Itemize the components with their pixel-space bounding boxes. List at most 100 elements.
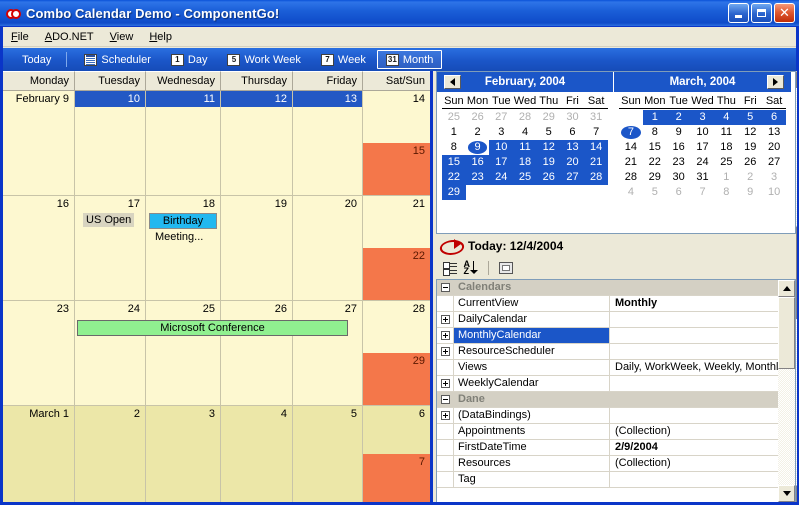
appointment-birthday[interactable]: Birthday <box>149 213 217 229</box>
mini-day-9[interactable]: 9 <box>738 185 762 200</box>
property-value[interactable] <box>610 328 778 343</box>
menu-item-help[interactable]: Help <box>141 29 180 45</box>
property-grid-scrollbar[interactable] <box>778 280 795 502</box>
mini-day-11[interactable]: 11 <box>513 140 537 155</box>
mini-day-29[interactable]: 29 <box>442 185 466 200</box>
mini-day-5[interactable]: 5 <box>738 110 763 125</box>
view-button-scheduler[interactable]: Scheduler <box>75 50 160 69</box>
mini-day-4[interactable]: 4 <box>619 185 643 200</box>
property-row[interactable]: WeeklyCalendar <box>437 376 778 392</box>
mini-day-10[interactable]: 10 <box>489 140 514 155</box>
property-value[interactable] <box>610 472 778 487</box>
mini-day-20[interactable]: 20 <box>560 155 585 170</box>
mini-day-5[interactable]: 5 <box>643 185 667 200</box>
mini-day-7[interactable]: 7 <box>619 125 643 140</box>
mini-day-13[interactable]: 13 <box>762 125 786 140</box>
mini-day-8[interactable]: 8 <box>643 125 667 140</box>
mini-day-8[interactable]: 8 <box>442 140 466 155</box>
mini-day-24[interactable]: 24 <box>691 155 715 170</box>
appointment-us-open[interactable]: US Open <box>83 213 135 227</box>
mini-day-25[interactable]: 25 <box>714 155 738 170</box>
today-button[interactable]: Today <box>13 50 60 69</box>
property-row[interactable]: Appointments (Collection) <box>437 424 778 440</box>
day-cell-weekend-3[interactable]: 28 29 <box>363 301 430 405</box>
pg-scrollbar-thumb[interactable] <box>778 297 795 369</box>
mini-day-30[interactable]: 30 <box>667 170 691 185</box>
mini-day-2[interactable]: 2 <box>738 170 762 185</box>
next-month-button[interactable] <box>767 75 784 89</box>
mini-day-15[interactable]: 15 <box>643 140 667 155</box>
mini-day-6[interactable]: 6 <box>561 125 585 140</box>
mini-day-26[interactable]: 26 <box>738 155 762 170</box>
mini-day-27[interactable]: 27 <box>762 155 786 170</box>
day-cell-feb-9[interactable]: February 9 <box>3 91 75 195</box>
pg-scroll-up-button[interactable] <box>778 280 795 297</box>
day-cell-feb-16[interactable]: 16 <box>3 196 75 300</box>
mini-day-28[interactable]: 28 <box>584 170 609 185</box>
property-row[interactable]: Tag <box>437 472 778 488</box>
mini-day-21[interactable]: 21 <box>584 155 609 170</box>
mini-day-3[interactable]: 3 <box>489 125 513 140</box>
mini-day-25[interactable]: 25 <box>442 110 466 125</box>
mini-day-10[interactable]: 10 <box>762 185 786 200</box>
mini-day-25[interactable]: 25 <box>513 170 537 185</box>
day-cell-mar-7[interactable]: 7 <box>363 454 430 502</box>
day-cell-weekend-2[interactable]: 21 22 <box>363 196 430 300</box>
expand-icon[interactable] <box>437 312 454 327</box>
mini-day-28[interactable]: 28 <box>513 110 537 125</box>
mini-day-26[interactable]: 26 <box>536 170 561 185</box>
mini-day-19[interactable]: 19 <box>536 155 561 170</box>
property-row[interactable]: CurrentView Monthly <box>437 296 778 312</box>
day-cell-feb-27[interactable]: 27 <box>293 301 363 405</box>
property-value[interactable]: Daily, WorkWeek, Weekly, Monthly <box>610 360 778 375</box>
day-cell-mar-3[interactable]: 3 <box>146 406 221 502</box>
mini-calendar-february[interactable]: February, 2004 Sun Mon Tue Wed Thu Fri S… <box>437 72 614 233</box>
property-pages-icon[interactable] <box>496 259 515 277</box>
day-cell-feb-13[interactable]: 13 <box>293 91 363 195</box>
mini-day-24[interactable]: 24 <box>489 170 514 185</box>
mini-day-16[interactable]: 16 <box>465 155 490 170</box>
pg-scroll-down-button[interactable] <box>778 485 795 502</box>
collapse-icon[interactable] <box>437 392 454 407</box>
day-cell-feb-10[interactable]: 10 <box>75 91 146 195</box>
appointment-microsoft-conference[interactable]: Microsoft Conference <box>77 320 348 336</box>
mini-day-31[interactable]: 31 <box>691 170 715 185</box>
mini-day-18[interactable]: 18 <box>513 155 537 170</box>
view-button-day[interactable]: 1 Day <box>162 50 217 69</box>
menu-item-view[interactable]: View <box>102 29 142 45</box>
expand-icon[interactable] <box>437 344 454 359</box>
day-cell-feb-26[interactable]: 26 <box>221 301 293 405</box>
property-value[interactable] <box>610 376 778 391</box>
monthly-calendar[interactable]: Monday Tuesday Wednesday Thursday Friday… <box>3 71 433 502</box>
mini-day-8[interactable]: 8 <box>714 185 738 200</box>
mini-day-30[interactable]: 30 <box>561 110 585 125</box>
mini-day-13[interactable]: 13 <box>560 140 585 155</box>
appointment-meeting[interactable]: Meeting... <box>149 230 217 244</box>
property-row[interactable]: DailyCalendar <box>437 312 778 328</box>
expand-icon[interactable] <box>437 376 454 391</box>
mini-day-14[interactable]: 14 <box>619 140 643 155</box>
mini-day-2[interactable]: 2 <box>466 125 490 140</box>
mini-day-7[interactable]: 7 <box>584 125 608 140</box>
day-cell-mar-2[interactable]: 2 <box>75 406 146 502</box>
expand-icon[interactable] <box>437 328 454 343</box>
mini-day-31[interactable]: 31 <box>584 110 608 125</box>
day-cell-feb-11[interactable]: 11 <box>146 91 221 195</box>
property-row[interactable]: (DataBindings) <box>437 408 778 424</box>
mini-day-4[interactable]: 4 <box>714 110 739 125</box>
property-value[interactable]: (Collection) <box>610 424 778 439</box>
mini-day-6[interactable]: 6 <box>762 110 787 125</box>
mini-day-17[interactable]: 17 <box>691 140 715 155</box>
day-cell-feb-21[interactable]: 21 <box>363 196 430 248</box>
property-value[interactable]: (Collection) <box>610 456 778 471</box>
day-cell-feb-20[interactable]: 20 <box>293 196 363 300</box>
day-cell-feb-17[interactable]: 17 US Open <box>75 196 146 300</box>
mini-day-21[interactable]: 21 <box>619 155 643 170</box>
day-cell-feb-14[interactable]: 14 <box>363 91 430 143</box>
mini-day-27[interactable]: 27 <box>560 170 585 185</box>
mini-day-27[interactable]: 27 <box>489 110 513 125</box>
categorized-icon[interactable] <box>440 259 459 277</box>
view-button-month[interactable]: 31 Month <box>376 50 443 69</box>
mini-day-4[interactable]: 4 <box>513 125 537 140</box>
mini-day-23[interactable]: 23 <box>667 155 691 170</box>
